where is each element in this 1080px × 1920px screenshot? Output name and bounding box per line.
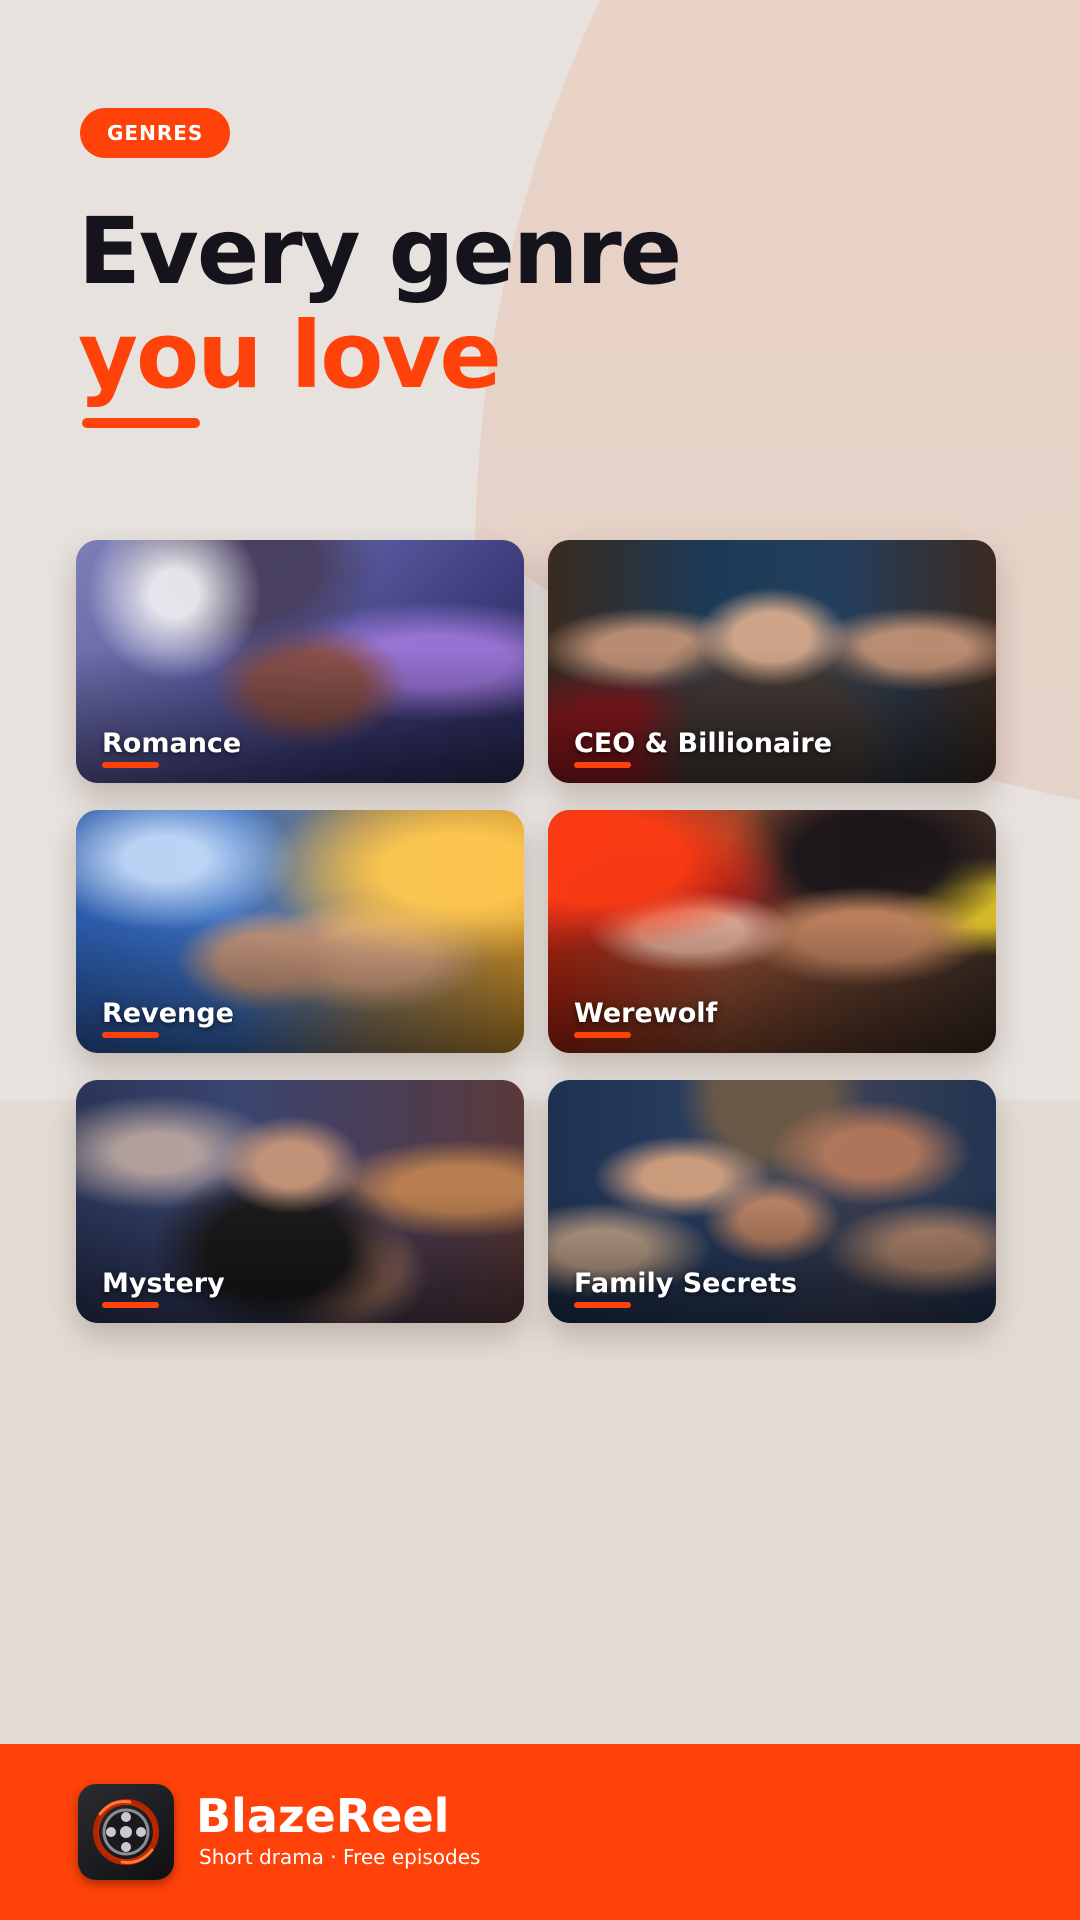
genre-card-revenge[interactable]: Revenge (76, 810, 524, 1053)
app-footer: BlazeReel Short drama · Free episodes (0, 1744, 1080, 1920)
genre-label: Family Secrets (574, 1268, 798, 1299)
genre-label: Revenge (102, 998, 234, 1029)
headline-line-2: you love (78, 302, 502, 409)
app-name: BlazeReel (196, 1789, 450, 1843)
headline-line-1: Every genre (78, 198, 682, 305)
genre-label: Romance (102, 728, 242, 759)
genre-card-mystery[interactable]: Mystery (76, 1080, 524, 1323)
genre-label: Mystery (102, 1268, 225, 1299)
app-tagline: Short drama · Free episodes (199, 1845, 481, 1869)
genre-card-werewolf[interactable]: Werewolf (548, 810, 996, 1053)
genre-label-underline (102, 762, 159, 768)
genre-card-ceo-billionaire[interactable]: CEO & Billionaire (548, 540, 996, 783)
genre-card-family-secrets[interactable]: Family Secrets (548, 1080, 996, 1323)
genre-card-romance[interactable]: Romance (76, 540, 524, 783)
genres-badge: GENRES (80, 108, 231, 158)
genre-grid: Romance CEO & Billionaire Revenge Werewo… (76, 540, 996, 1323)
page-title: Every genre you love (78, 198, 682, 409)
genre-label: CEO & Billionaire (574, 728, 833, 759)
headline-underline (82, 418, 200, 428)
genre-label-underline (574, 1302, 631, 1308)
genre-label: Werewolf (574, 998, 718, 1029)
genre-label-underline (102, 1302, 159, 1308)
genre-label-underline (574, 1032, 631, 1038)
genre-label-underline (574, 762, 631, 768)
film-reel-icon[interactable] (78, 1784, 174, 1880)
genre-label-underline (102, 1032, 159, 1038)
